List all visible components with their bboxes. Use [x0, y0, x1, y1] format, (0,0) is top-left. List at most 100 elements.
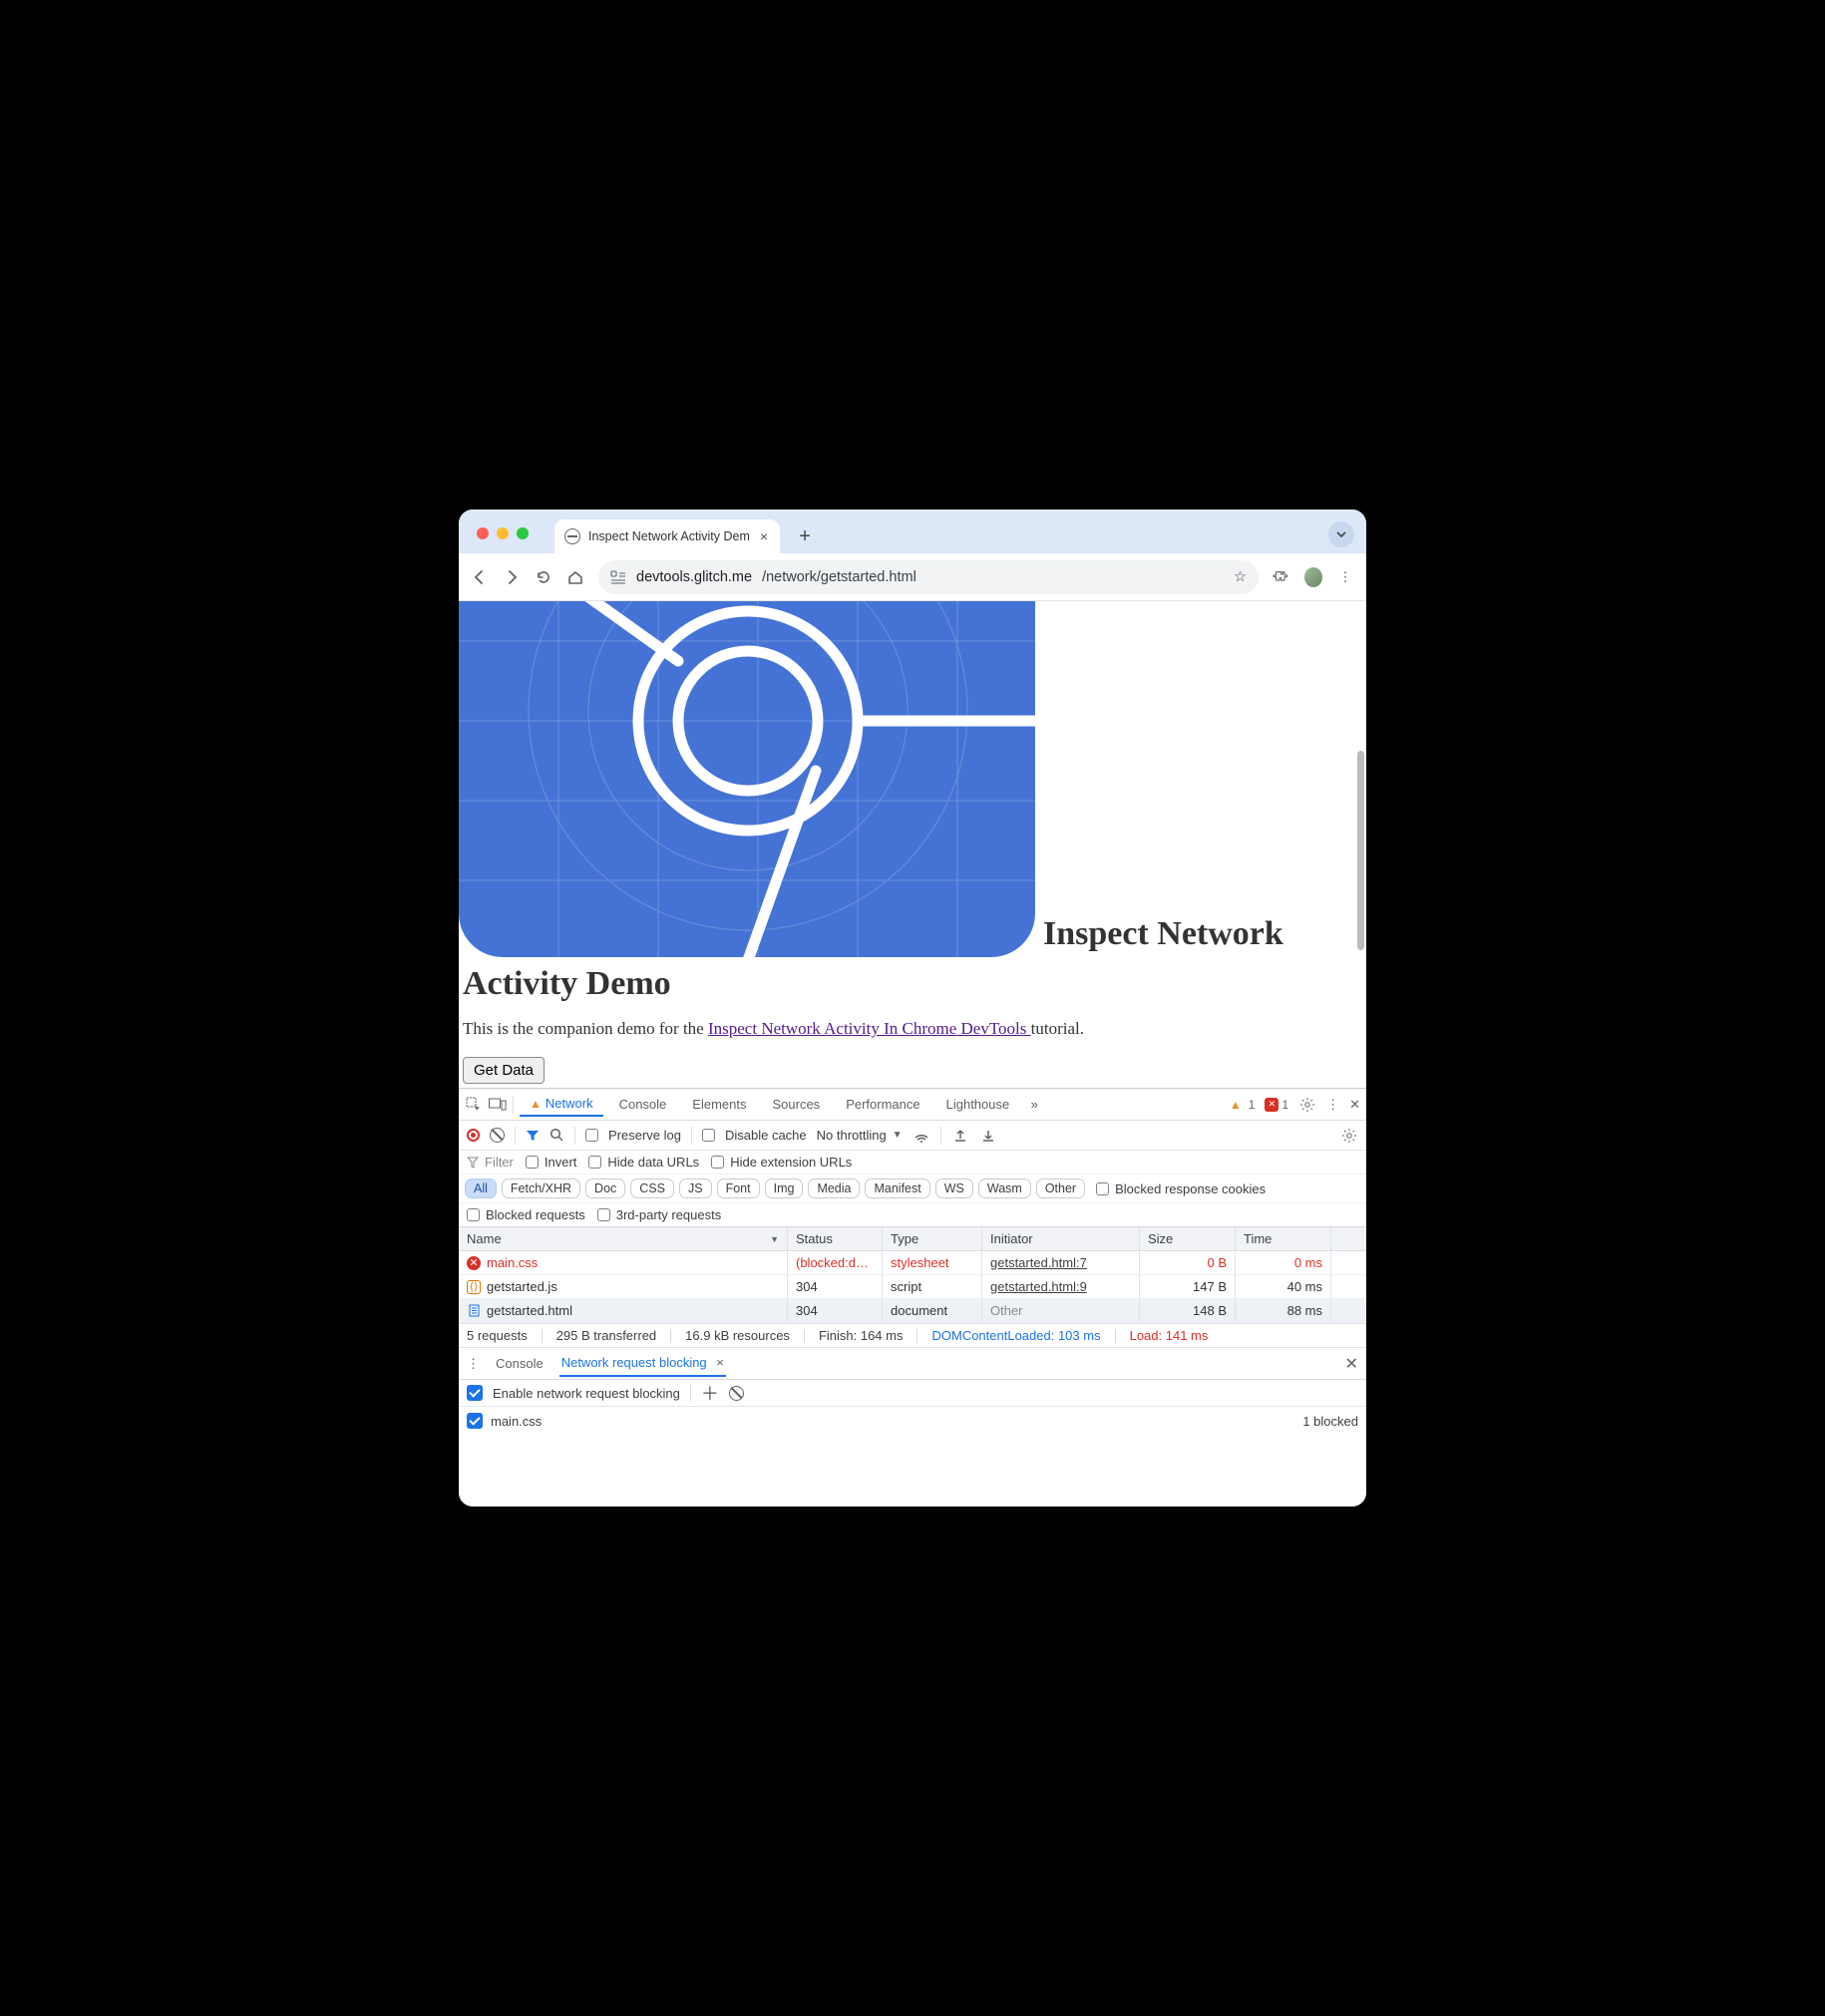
tab-title: Inspect Network Activity Dem	[588, 529, 750, 543]
table-row[interactable]: ⟨⟩getstarted.js 304 script getstarted.ht…	[459, 1275, 1366, 1299]
disable-cache-checkbox[interactable]	[702, 1129, 715, 1142]
document-icon	[467, 1304, 481, 1318]
errors-badge[interactable]: ✕1	[1265, 1098, 1288, 1112]
scrollbar-thumb[interactable]	[1357, 751, 1364, 950]
panel-tab-lighthouse[interactable]: Lighthouse	[936, 1093, 1020, 1116]
search-button[interactable]	[549, 1128, 564, 1143]
export-har-button[interactable]	[951, 1127, 969, 1145]
forward-button[interactable]	[503, 568, 521, 586]
panel-tab-console[interactable]: Console	[609, 1093, 677, 1116]
chip-ws[interactable]: WS	[935, 1178, 973, 1198]
initiator-link[interactable]: getstarted.html:7	[990, 1255, 1087, 1270]
more-panels-button[interactable]: »	[1025, 1096, 1043, 1114]
page-title-part2: Activity Demo	[463, 965, 1366, 1003]
extensions-button[interactable]	[1273, 568, 1290, 586]
reload-button[interactable]	[535, 568, 552, 586]
zoom-window-button[interactable]	[517, 527, 529, 539]
import-har-button[interactable]	[979, 1127, 997, 1145]
col-initiator[interactable]: Initiator	[982, 1227, 1140, 1250]
preserve-log-checkbox[interactable]	[585, 1129, 598, 1142]
col-type[interactable]: Type	[883, 1227, 982, 1250]
address-bar[interactable]: devtools.glitch.me/network/getstarted.ht…	[598, 560, 1259, 594]
blocked-requests-label: Blocked requests	[486, 1207, 585, 1222]
desc-prefix: This is the companion demo for the	[463, 1019, 708, 1038]
col-time[interactable]: Time	[1236, 1227, 1331, 1250]
chip-doc[interactable]: Doc	[585, 1178, 625, 1198]
remove-all-patterns-button[interactable]	[729, 1386, 744, 1401]
blocked-cookies-label: Blocked response cookies	[1115, 1181, 1266, 1196]
hide-data-urls-label: Hide data URLs	[607, 1155, 699, 1170]
filter-input[interactable]: Filter	[467, 1155, 514, 1170]
stat-requests: 5 requests	[467, 1328, 528, 1343]
get-data-button[interactable]: Get Data	[463, 1057, 545, 1084]
hide-extension-urls-label: Hide extension URLs	[730, 1155, 852, 1170]
chip-font[interactable]: Font	[717, 1178, 760, 1198]
panel-tab-performance[interactable]: Performance	[836, 1093, 929, 1116]
chip-media[interactable]: Media	[808, 1178, 860, 1198]
blocked-pattern-row[interactable]: main.css 1 blocked	[459, 1407, 1366, 1435]
warnings-badge[interactable]: ▲1	[1230, 1098, 1256, 1112]
chip-img[interactable]: Img	[765, 1178, 804, 1198]
home-button[interactable]	[566, 568, 584, 586]
throttling-dropdown[interactable]: No throttling▼	[817, 1128, 903, 1143]
back-button[interactable]	[471, 568, 489, 586]
network-status-bar: 5 requests 295 B transferred 16.9 kB res…	[459, 1323, 1366, 1348]
initiator-link[interactable]: getstarted.html:9	[990, 1279, 1087, 1294]
add-pattern-button[interactable]: ＋	[701, 1384, 719, 1402]
chip-fetchxhr[interactable]: Fetch/XHR	[502, 1178, 580, 1198]
drawer-tab-request-blocking[interactable]: Network request blocking ×	[559, 1350, 726, 1377]
panel-tab-sources[interactable]: Sources	[762, 1093, 830, 1116]
clear-log-button[interactable]	[490, 1128, 505, 1143]
chip-wasm[interactable]: Wasm	[978, 1178, 1031, 1198]
close-window-button[interactable]	[477, 527, 489, 539]
pattern-text: main.css	[491, 1414, 542, 1429]
new-tab-button[interactable]: +	[792, 523, 818, 549]
pattern-checkbox[interactable]	[467, 1413, 483, 1429]
filter-bar-2: Blocked requests 3rd-party requests	[459, 1203, 1366, 1226]
browser-tab[interactable]: Inspect Network Activity Dem ×	[554, 519, 780, 553]
col-size[interactable]: Size	[1140, 1227, 1236, 1250]
network-settings-button[interactable]	[1340, 1127, 1358, 1145]
warning-icon: ▲	[530, 1097, 542, 1111]
devtools-menu-button[interactable]: ⋮	[1326, 1097, 1339, 1113]
panel-tab-elements[interactable]: Elements	[682, 1093, 756, 1116]
bookmark-button[interactable]: ☆	[1234, 569, 1247, 585]
col-name[interactable]: Name▼	[459, 1227, 788, 1250]
tutorial-link[interactable]: Inspect Network Activity In Chrome DevTo…	[708, 1019, 1031, 1038]
third-party-checkbox[interactable]	[597, 1208, 610, 1221]
minimize-window-button[interactable]	[497, 527, 509, 539]
panel-tab-network[interactable]: ▲Network	[520, 1092, 603, 1117]
chromium-logo	[459, 601, 1035, 957]
close-drawer-button[interactable]: ✕	[1345, 1354, 1358, 1374]
record-button[interactable]	[467, 1129, 480, 1142]
chip-manifest[interactable]: Manifest	[865, 1178, 929, 1198]
profile-avatar[interactable]	[1304, 568, 1322, 586]
hide-extension-urls-checkbox[interactable]	[711, 1156, 724, 1169]
filter-toggle-button[interactable]	[526, 1129, 540, 1143]
blocked-requests-checkbox[interactable]	[467, 1208, 480, 1221]
enable-blocking-checkbox[interactable]	[467, 1385, 483, 1401]
chip-js[interactable]: JS	[679, 1178, 712, 1198]
chip-all[interactable]: All	[465, 1178, 497, 1198]
close-devtools-button[interactable]: ✕	[1349, 1097, 1360, 1113]
hide-data-urls-checkbox[interactable]	[588, 1156, 601, 1169]
drawer-menu-button[interactable]: ⋮	[467, 1356, 480, 1372]
drawer-tab-console[interactable]: Console	[494, 1351, 546, 1376]
chip-css[interactable]: CSS	[630, 1178, 674, 1198]
page-content: Inspect Network Activity Demo This is th…	[459, 601, 1366, 1088]
invert-label: Invert	[545, 1155, 577, 1170]
network-conditions-button[interactable]	[912, 1127, 930, 1145]
table-row[interactable]: getstarted.html 304 document Other 148 B…	[459, 1299, 1366, 1323]
tab-dropdown-button[interactable]	[1328, 521, 1354, 547]
settings-button[interactable]	[1298, 1096, 1316, 1114]
invert-checkbox[interactable]	[526, 1156, 539, 1169]
inspect-element-button[interactable]	[465, 1096, 483, 1114]
blocked-cookies-checkbox[interactable]	[1096, 1182, 1109, 1195]
chrome-menu-button[interactable]: ⋮	[1336, 568, 1354, 586]
browser-toolbar: devtools.glitch.me/network/getstarted.ht…	[459, 553, 1366, 601]
col-status[interactable]: Status	[788, 1227, 883, 1250]
close-tab-button[interactable]: ×	[758, 528, 770, 544]
table-row[interactable]: ✕main.css (blocked:de… stylesheet getsta…	[459, 1251, 1366, 1275]
device-toolbar-button[interactable]	[489, 1096, 507, 1114]
chip-other[interactable]: Other	[1036, 1178, 1085, 1198]
